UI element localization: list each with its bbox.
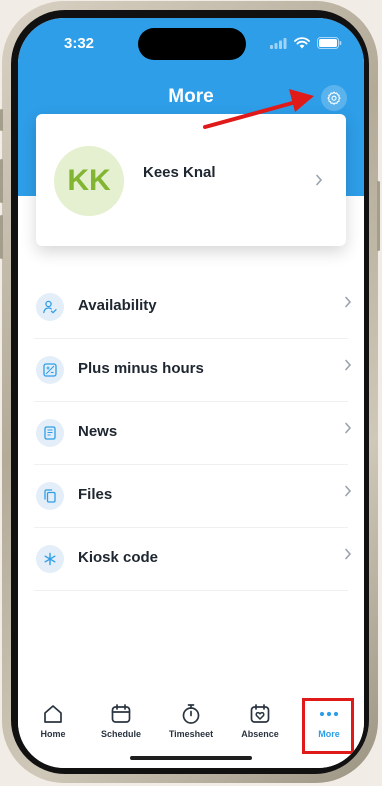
chevron-right-icon (345, 485, 352, 497)
calendar-icon (111, 704, 131, 723)
tab-schedule[interactable]: Schedule (90, 702, 152, 739)
profile-card[interactable]: KK Kees Knal (36, 114, 346, 246)
tab-label: Absence (241, 729, 279, 739)
chevron-right-icon (345, 548, 352, 560)
menu-item-kiosk-code[interactable]: Kiosk code (34, 528, 352, 591)
chevron-right-icon (345, 359, 352, 371)
page-title: More (168, 86, 214, 107)
asterisk-icon (36, 545, 64, 573)
menu-item-availability[interactable]: Availability (34, 276, 352, 339)
gear-icon (327, 91, 341, 105)
menu-item-label: News (78, 423, 118, 440)
annotation-highlight-box (302, 698, 354, 754)
volume-up-button (0, 159, 3, 203)
files-icon (36, 482, 64, 510)
menu-item-label: Files (78, 486, 113, 503)
tab-label: Timesheet (168, 729, 214, 739)
chevron-right-icon (345, 422, 352, 434)
settings-button[interactable] (321, 85, 347, 111)
mute-switch (0, 109, 3, 131)
person-check-icon (36, 293, 64, 321)
menu-item-label: Plus minus hours (78, 360, 204, 377)
menu-item-label: Availability (78, 297, 157, 314)
status-icons (270, 37, 342, 49)
wifi-icon (294, 37, 310, 49)
stopwatch-icon (182, 704, 200, 724)
newspaper-icon (36, 419, 64, 447)
chevron-right-icon (345, 296, 352, 308)
tab-home[interactable]: Home (22, 702, 84, 739)
tab-label: Schedule (100, 729, 141, 739)
chevron-right-icon (316, 174, 323, 186)
signal-icon (270, 37, 287, 49)
calendar-heart-icon (250, 704, 270, 723)
menu-item-files[interactable]: Files (34, 465, 352, 528)
dynamic-island (138, 28, 246, 60)
tab-absence[interactable]: Absence (229, 702, 291, 739)
home-indicator (130, 756, 252, 760)
menu-item-news[interactable]: News (34, 402, 352, 465)
tab-timesheet[interactable]: Timesheet (160, 702, 222, 739)
menu-list: Availability Plus minus hours News Files (34, 276, 352, 591)
power-button (377, 181, 380, 251)
menu-item-label: Kiosk code (78, 549, 159, 566)
tab-label: Home (40, 729, 66, 739)
volume-down-button (0, 215, 3, 259)
home-icon (44, 705, 62, 723)
avatar: KK (54, 146, 124, 216)
profile-name: Kees Knal (143, 164, 216, 181)
status-time: 3:32 (64, 35, 95, 52)
battery-icon (317, 37, 342, 49)
screen: 3:32 More KK Kees Knal Availability Plus… (18, 18, 364, 768)
plus-minus-icon (36, 356, 64, 384)
menu-item-plus-minus-hours[interactable]: Plus minus hours (34, 339, 352, 402)
